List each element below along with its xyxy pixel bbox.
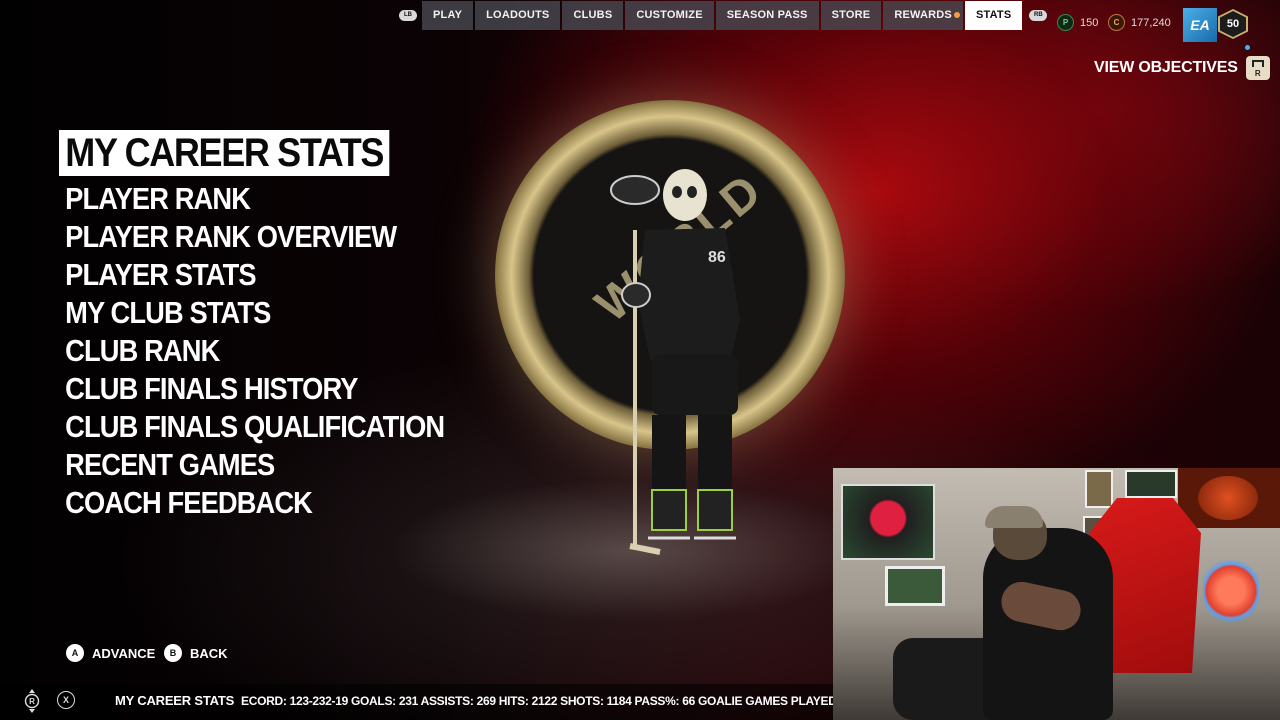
ticker-label: MY CAREER STATS: [115, 693, 235, 708]
coins-icon: C: [1108, 14, 1125, 31]
points-balance: P 150: [1057, 14, 1098, 31]
coins-balance: C 177,240: [1108, 14, 1171, 31]
webcam-overlay: [833, 468, 1280, 720]
r-stick-button-icon: R: [1245, 56, 1270, 80]
rb-bumper-icon[interactable]: RB: [1029, 9, 1048, 21]
tab-loadouts[interactable]: LOADOUTS: [475, 0, 561, 30]
menu-item-my-career-stats[interactable]: MY CAREER STATS: [59, 130, 497, 176]
webcam-wall-art: [1085, 470, 1113, 508]
menu-item-coach-feedback[interactable]: COACH FEEDBACK: [59, 484, 444, 522]
x-button-icon[interactable]: X: [57, 691, 75, 709]
coins-value: 177,240: [1131, 16, 1171, 29]
stats-ticker-bar: R X MY CAREER STATS ECORD: 123-232-19 GO…: [0, 684, 833, 720]
view-objectives-button[interactable]: VIEW OBJECTIVES R: [1094, 56, 1270, 80]
menu-item-player-stats[interactable]: PLAYER STATS: [59, 256, 444, 294]
a-button-icon: A: [66, 644, 84, 662]
tab-label: STATS: [975, 9, 1012, 21]
menu-item-club-finals-qualification[interactable]: CLUB FINALS QUALIFICATION: [59, 408, 445, 446]
ea-sports-badge[interactable]: EA: [1183, 8, 1217, 42]
menu-item-club-finals-history[interactable]: CLUB FINALS HISTORY: [59, 370, 444, 408]
tab-rewards[interactable]: REWARDS: [883, 0, 963, 30]
tab-label: LOADOUTS: [486, 9, 550, 21]
webcam-neon-sign: [1203, 556, 1259, 626]
menu-item-player-rank[interactable]: PLAYER RANK: [59, 180, 444, 218]
tab-label: SEASON PASS: [726, 9, 808, 21]
back-label: BACK: [190, 645, 228, 661]
tab-label: STORE: [831, 9, 871, 21]
top-navigation: LB PLAY LOADOUTS CLUBS CUSTOMIZE SEASON …: [394, 0, 1052, 30]
menu-title: MY CAREER STATS: [59, 130, 390, 176]
tab-play[interactable]: PLAY: [422, 0, 474, 30]
webcam-wall-art: [841, 484, 935, 560]
r-stick-label: R: [1254, 69, 1261, 78]
b-button-icon: B: [164, 644, 182, 662]
points-icon: P: [1057, 14, 1074, 31]
right-stick-icon[interactable]: R: [24, 688, 40, 714]
tab-label: PLAY: [433, 9, 463, 21]
career-stats-menu: MY CAREER STATS PLAYER RANK PLAYER RANK …: [59, 130, 497, 522]
view-objectives-label: VIEW OBJECTIVES: [1094, 59, 1238, 76]
tab-season-pass[interactable]: SEASON PASS: [715, 0, 819, 30]
skeleton-player-avatar: 86: [610, 169, 740, 555]
menu-item-club-rank[interactable]: CLUB RANK: [59, 332, 444, 370]
menu-item-recent-games[interactable]: RECENT GAMES: [59, 446, 444, 484]
tab-label: CLUBS: [573, 9, 613, 21]
notification-dot-icon: [953, 11, 960, 18]
advance-hint[interactable]: A ADVANCE: [66, 644, 155, 662]
tab-stats[interactable]: STATS: [964, 0, 1023, 30]
advance-label: ADVANCE: [92, 645, 156, 661]
menu-item-player-rank-overview[interactable]: PLAYER RANK OVERVIEW: [59, 218, 444, 256]
right-stick-label: R: [29, 697, 35, 706]
tab-store[interactable]: STORE: [820, 0, 882, 30]
back-hint[interactable]: B BACK: [164, 644, 228, 662]
menu-item-my-club-stats[interactable]: MY CLUB STATS: [59, 294, 444, 332]
tab-customize[interactable]: CUSTOMIZE: [625, 0, 714, 30]
lb-bumper-icon[interactable]: LB: [399, 9, 417, 21]
points-value: 150: [1080, 16, 1099, 29]
webcam-wall-art: [885, 566, 945, 606]
webcam-streamer-cap: [985, 506, 1043, 528]
webcam-poster: [1178, 468, 1280, 528]
tab-label: REWARDS: [894, 9, 952, 21]
webcam-wall-art: [1125, 470, 1177, 498]
tab-clubs[interactable]: CLUBS: [562, 0, 624, 30]
tab-label: CUSTOMIZE: [636, 9, 703, 21]
ticker-stats-text: ECORD: 123-232-19 GOALS: 231 ASSISTS: 26…: [241, 694, 833, 708]
jersey-number: 86: [708, 249, 726, 266]
account-notification-dot-icon: [1245, 45, 1250, 50]
